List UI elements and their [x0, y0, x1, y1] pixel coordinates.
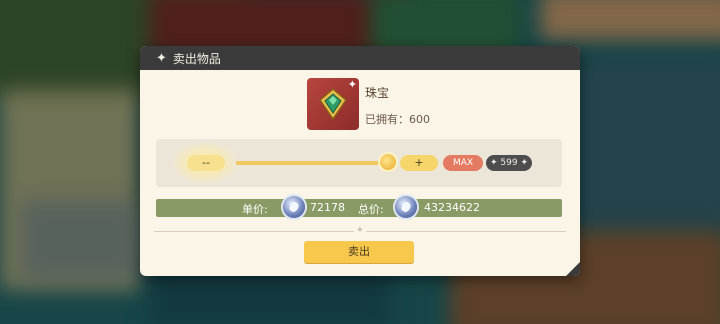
price-bar: 单价: 72178 总价: 43234622 — [156, 196, 562, 218]
unit-price-value: 72178 — [310, 201, 345, 214]
dialog-title-bar: ✦ 卖出物品 — [140, 46, 580, 70]
unit-price-label: 单价: — [242, 203, 268, 216]
quantity-selector: -- + MAX ✦ 599 ✦ — [156, 139, 562, 187]
sparkle-icon: ✦ — [156, 50, 167, 66]
sell-button[interactable]: 卖出 — [304, 241, 414, 263]
sell-item-dialog: ✦ 卖出物品 ✦ 珠宝 已拥有：600 -- + MAX ✦ 599 ✦ 单价:… — [140, 46, 580, 276]
sparkle-icon: ✦ — [489, 158, 498, 168]
item-owned-count: 已拥有：600 — [365, 113, 430, 126]
quantity-count-badge: ✦ 599 ✦ — [486, 155, 532, 171]
silver-coin-icon — [283, 196, 305, 218]
sparkle-icon: ✦ — [520, 158, 529, 168]
quantity-slider[interactable] — [236, 161, 388, 165]
divider-sparkle-icon: ✦ — [354, 225, 366, 236]
silver-coin-icon — [395, 196, 417, 218]
increase-button[interactable]: + — [400, 155, 438, 171]
total-price-label: 总价: — [358, 203, 384, 216]
slider-fill — [236, 161, 388, 165]
max-button[interactable]: MAX — [443, 155, 483, 171]
dialog-title: 卖出物品 — [172, 51, 221, 66]
item-summary: ✦ 珠宝 已拥有：600 — [307, 78, 430, 130]
slider-thumb[interactable] — [379, 154, 396, 170]
total-price-value: 43234622 — [424, 201, 480, 214]
quantity-count: 599 — [500, 158, 518, 168]
decrease-button[interactable]: -- — [187, 155, 225, 171]
emerald-jewelry-icon: ✦ — [307, 78, 359, 130]
item-name: 珠宝 — [365, 86, 390, 100]
